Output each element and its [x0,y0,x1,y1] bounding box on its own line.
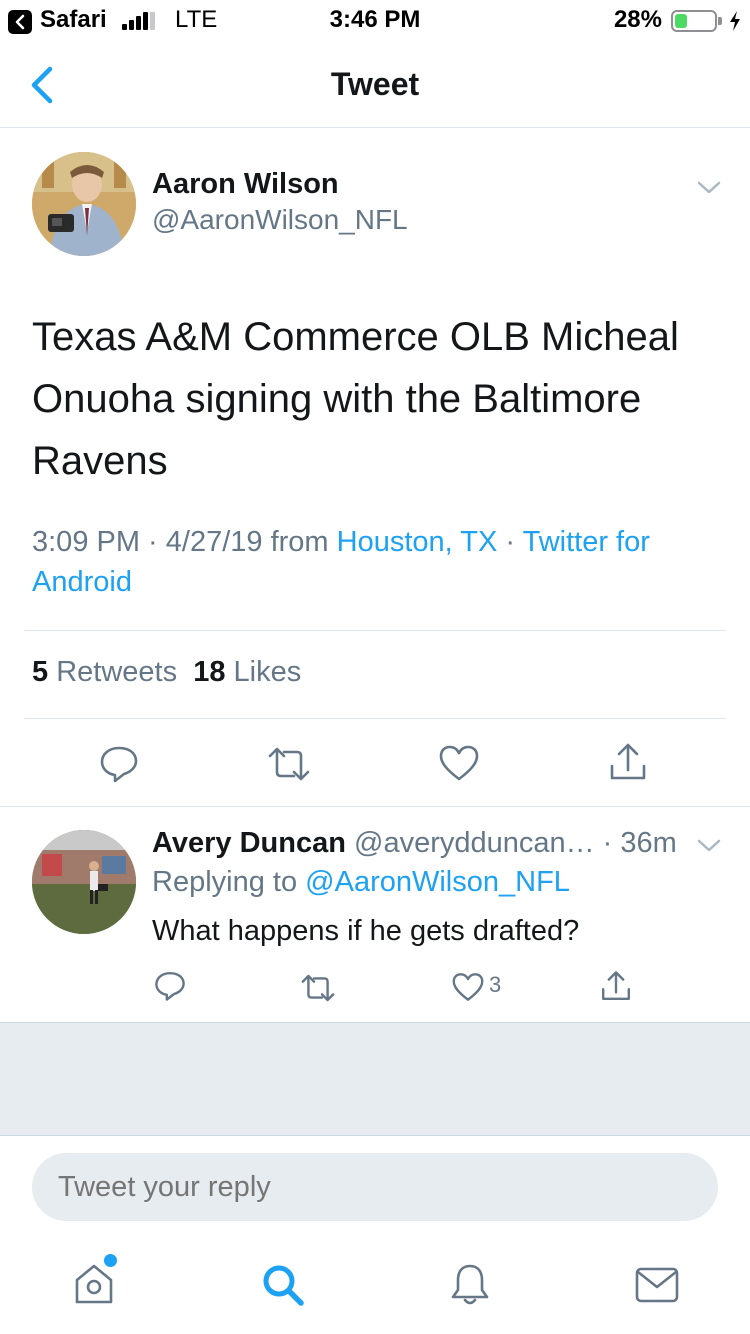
search-icon[interactable] [260,1262,306,1308]
retweets-count: 5 [32,656,49,688]
from-label: from [262,526,337,558]
like-heart-icon[interactable] [438,744,480,782]
retweets-stat[interactable]: 5 Retweets [32,656,177,688]
author-name[interactable]: Aaron Wilson [152,168,339,201]
page-title: Tweet [330,66,420,102]
likes-label: Likes [225,656,302,688]
divider [24,630,726,631]
messages-envelope-icon[interactable] [634,1266,680,1304]
location-link[interactable]: Houston, TX [337,526,498,558]
divider [0,806,750,807]
reply-author-handle[interactable]: @averydduncan… [354,827,595,859]
notifications-bell-icon[interactable] [448,1262,492,1308]
empty-replies-area [0,1022,750,1136]
retweets-label: Retweets [48,656,178,688]
retweet-icon[interactable] [299,972,337,1004]
retweet-icon[interactable] [266,744,312,784]
author-avatar[interactable] [32,152,136,256]
tweet-metadata: 3:09 PM · 4/27/19 from Houston, TX · Twi… [32,522,712,602]
reply-author-name[interactable]: Avery Duncan [152,827,346,859]
engagement-stats: 5 Retweets 18 Likes [32,656,301,689]
author-handle[interactable]: @AaronWilson_NFL [152,204,408,236]
reply-author-avatar[interactable] [32,830,136,934]
tweet-text: Texas A&M Commerce OLB Micheal Onuoha si… [32,315,679,483]
reply-like-count: 3 [489,972,502,997]
meta-separator: · [497,526,523,558]
battery-nub [718,17,722,25]
replying-to-link[interactable]: @AaronWilson_NFL [305,866,570,898]
like-heart-icon[interactable] [451,972,485,1002]
charging-bolt-icon [730,11,740,31]
tweet-timestamp: 3:09 PM · 4/27/19 [32,526,263,558]
battery-percent: 28% [613,6,662,33]
likes-stat[interactable]: 18 Likes [193,656,301,688]
chevron-down-icon[interactable] [696,838,722,854]
reply-header: Avery Duncan @averydduncan… · 36m [152,827,677,860]
home-notification-dot [104,1254,117,1267]
home-icon[interactable] [72,1262,118,1306]
status-bar: Safari LTE 3:46 PM 28% [0,0,750,40]
chevron-down-icon[interactable] [696,180,722,196]
reply-icon[interactable] [99,744,139,784]
likes-count: 18 [193,656,226,688]
reply-icon[interactable] [154,970,186,1002]
reply-timestamp: · 36m [594,827,677,859]
replying-to-prefix: Replying to [152,866,306,898]
reply-text: What happens if he gets drafted? [152,915,580,947]
nav-bar: Tweet [0,40,750,128]
share-icon[interactable] [600,970,632,1002]
replying-to-line: Replying to @AaronWilson_NFL [152,866,570,899]
battery-icon [671,10,717,32]
share-icon[interactable] [608,742,648,782]
reply-composer-input[interactable] [32,1153,718,1221]
divider [24,718,726,719]
